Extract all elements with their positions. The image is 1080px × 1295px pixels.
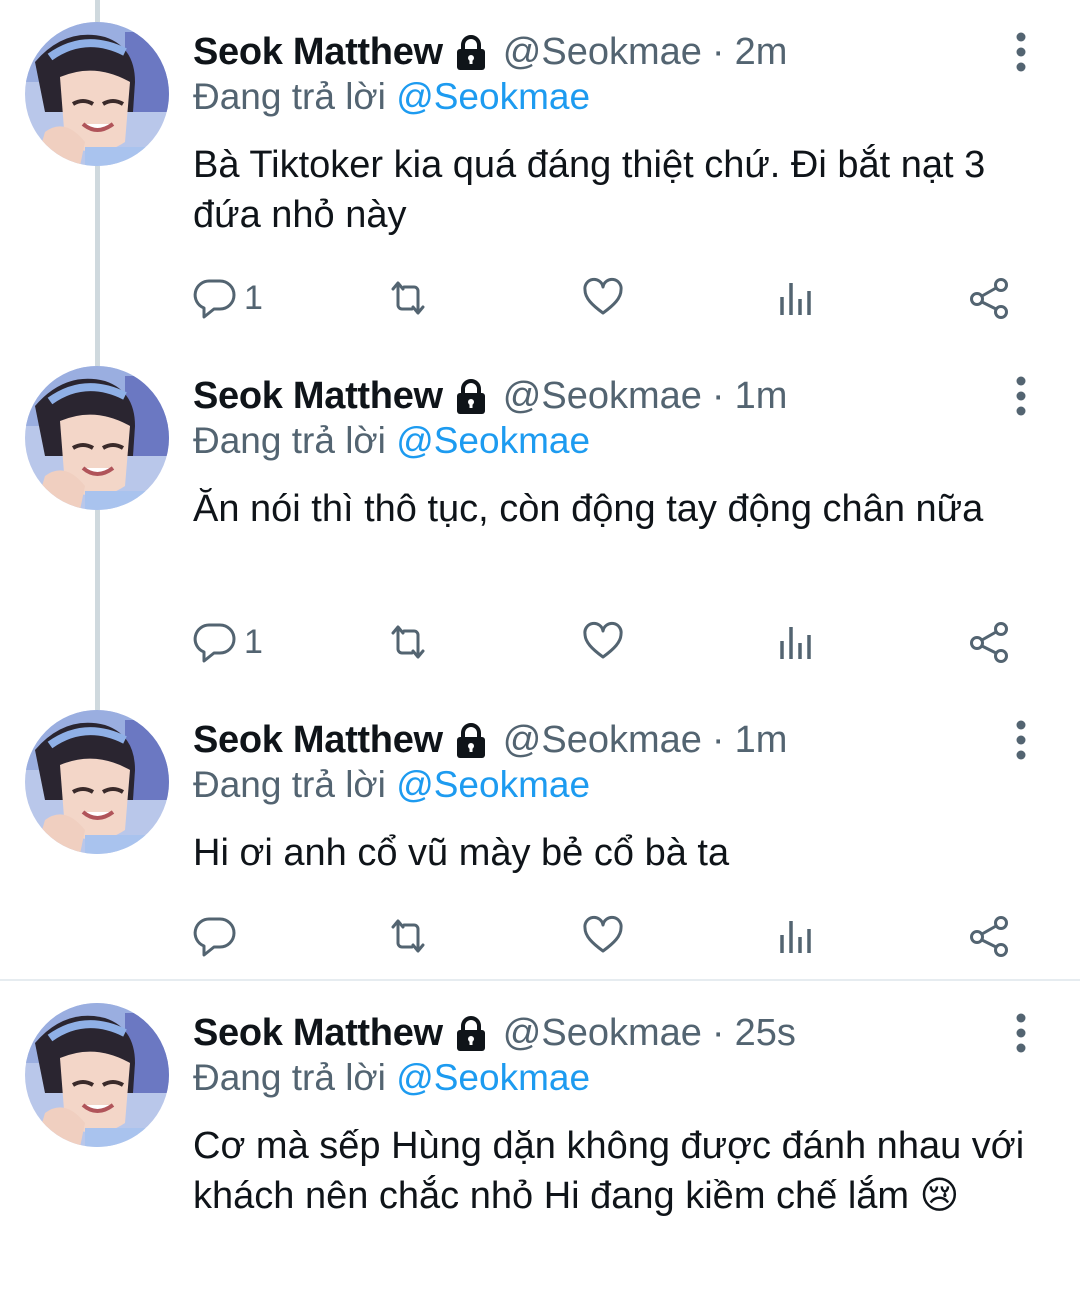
analytics-icon <box>780 627 811 659</box>
more-vertical-icon[interactable] <box>1006 30 1036 74</box>
reply-button[interactable]: 1 <box>192 612 263 672</box>
retweet-icon <box>391 625 425 659</box>
separator-dot: · <box>711 718 725 761</box>
reply-icon <box>193 279 236 319</box>
tweet[interactable]: Seok Matthew @Seokmae · 1m Đang trả lời … <box>0 366 1080 686</box>
user-handle[interactable]: @Seokmae <box>503 375 702 418</box>
retweet-button[interactable] <box>385 268 431 328</box>
avatar[interactable] <box>25 22 169 166</box>
analytics-button[interactable] <box>773 612 819 672</box>
share-button[interactable] <box>967 906 1013 966</box>
reply-icon <box>193 917 236 957</box>
mention-link[interactable]: @Seokmae <box>396 1057 590 1098</box>
mention-link[interactable]: @Seokmae <box>396 764 590 805</box>
tweet-header: Seok Matthew @Seokmae · 1m <box>193 368 787 424</box>
separator-dot: · <box>711 1011 725 1054</box>
display-name[interactable]: Seok Matthew <box>193 375 443 418</box>
more-vertical-icon[interactable] <box>1006 374 1036 418</box>
action-bar <box>0 906 1080 966</box>
like-button[interactable] <box>580 612 626 672</box>
lock-icon <box>451 1013 491 1053</box>
reply-icon <box>193 623 236 663</box>
retweet-icon <box>391 281 425 315</box>
tweet-header: Seok Matthew @Seokmae · 1m <box>193 712 787 768</box>
reply-button[interactable]: 1 <box>192 268 263 328</box>
lock-icon <box>451 720 491 760</box>
analytics-button[interactable] <box>773 268 819 328</box>
tweet[interactable]: Seok Matthew @Seokmae · 2m Đang trả lời … <box>0 22 1080 342</box>
lock-icon <box>451 376 491 416</box>
tweet[interactable]: Seok Matthew @Seokmae · 1m Đang trả lời … <box>0 710 1080 972</box>
more-vertical-icon[interactable] <box>1006 718 1036 762</box>
action-bar: 1 <box>0 612 1080 672</box>
replying-to: Đang trả lời @Seokmae <box>193 420 590 462</box>
tweet[interactable]: Seok Matthew @Seokmae · 25s Đang trả lời… <box>0 1003 1080 1293</box>
display-name[interactable]: Seok Matthew <box>193 719 443 762</box>
analytics-button[interactable] <box>773 906 819 966</box>
tweet-text: Cơ mà sếp Hùng dặn không được đánh nhau … <box>193 1125 1025 1217</box>
avatar[interactable] <box>25 1003 169 1147</box>
share-button[interactable] <box>967 268 1013 328</box>
share-icon <box>970 916 1008 957</box>
like-button[interactable] <box>580 268 626 328</box>
mention-link[interactable]: @Seokmae <box>396 76 590 117</box>
retweet-button[interactable] <box>385 612 431 672</box>
like-button[interactable] <box>580 906 626 966</box>
tweet-header: Seok Matthew @Seokmae · 2m <box>193 24 787 80</box>
reply-button[interactable] <box>192 906 244 966</box>
tweet-text: Ăn nói thì thô tục, còn động tay động ch… <box>193 488 984 530</box>
retweet-button[interactable] <box>385 906 431 966</box>
tweet-text: Bà Tiktoker kia quá đáng thiệt chứ. Đi b… <box>193 144 986 236</box>
replying-label: Đang trả lời <box>193 420 397 461</box>
separator-dot: · <box>711 374 725 417</box>
replying-label: Đang trả lời <box>193 764 397 805</box>
replying-to: Đang trả lời @Seokmae <box>193 1057 590 1099</box>
tweet-text: Hi ơi anh cổ vũ mày bẻ cổ bà ta <box>193 832 730 874</box>
lock-icon <box>451 32 491 72</box>
timestamp[interactable]: 1m <box>735 719 788 762</box>
avatar[interactable] <box>25 710 169 854</box>
user-handle[interactable]: @Seokmae <box>503 1012 702 1055</box>
mention-link[interactable]: @Seokmae <box>396 420 590 461</box>
replying-to: Đang trả lời @Seokmae <box>193 764 590 806</box>
thread-line <box>95 0 100 22</box>
user-handle[interactable]: @Seokmae <box>503 719 702 762</box>
share-icon <box>970 278 1008 319</box>
separator-dot: · <box>711 30 725 73</box>
heart-icon <box>583 915 623 953</box>
heart-icon <box>583 621 623 659</box>
timestamp[interactable]: 1m <box>735 375 788 418</box>
more-vertical-icon[interactable] <box>1006 1011 1036 1055</box>
avatar[interactable] <box>25 366 169 510</box>
analytics-icon <box>780 921 811 953</box>
replying-label: Đang trả lời <box>193 76 397 117</box>
heart-icon <box>583 277 623 315</box>
display-name[interactable]: Seok Matthew <box>193 1012 443 1055</box>
user-handle[interactable]: @Seokmae <box>503 31 702 74</box>
timestamp[interactable]: 25s <box>735 1012 796 1055</box>
analytics-icon <box>780 283 811 315</box>
timestamp[interactable]: 2m <box>735 31 788 74</box>
share-icon <box>970 622 1008 663</box>
replying-label: Đang trả lời <box>193 1057 397 1098</box>
reply-count: 1 <box>244 278 263 317</box>
retweet-icon <box>391 919 425 953</box>
share-button[interactable] <box>967 612 1013 672</box>
reply-count: 1 <box>244 622 263 661</box>
action-bar: 1 <box>0 268 1080 328</box>
display-name[interactable]: Seok Matthew <box>193 31 443 74</box>
tweet-divider <box>0 979 1080 981</box>
replying-to: Đang trả lời @Seokmae <box>193 76 590 118</box>
tweet-header: Seok Matthew @Seokmae · 25s <box>193 1005 796 1061</box>
